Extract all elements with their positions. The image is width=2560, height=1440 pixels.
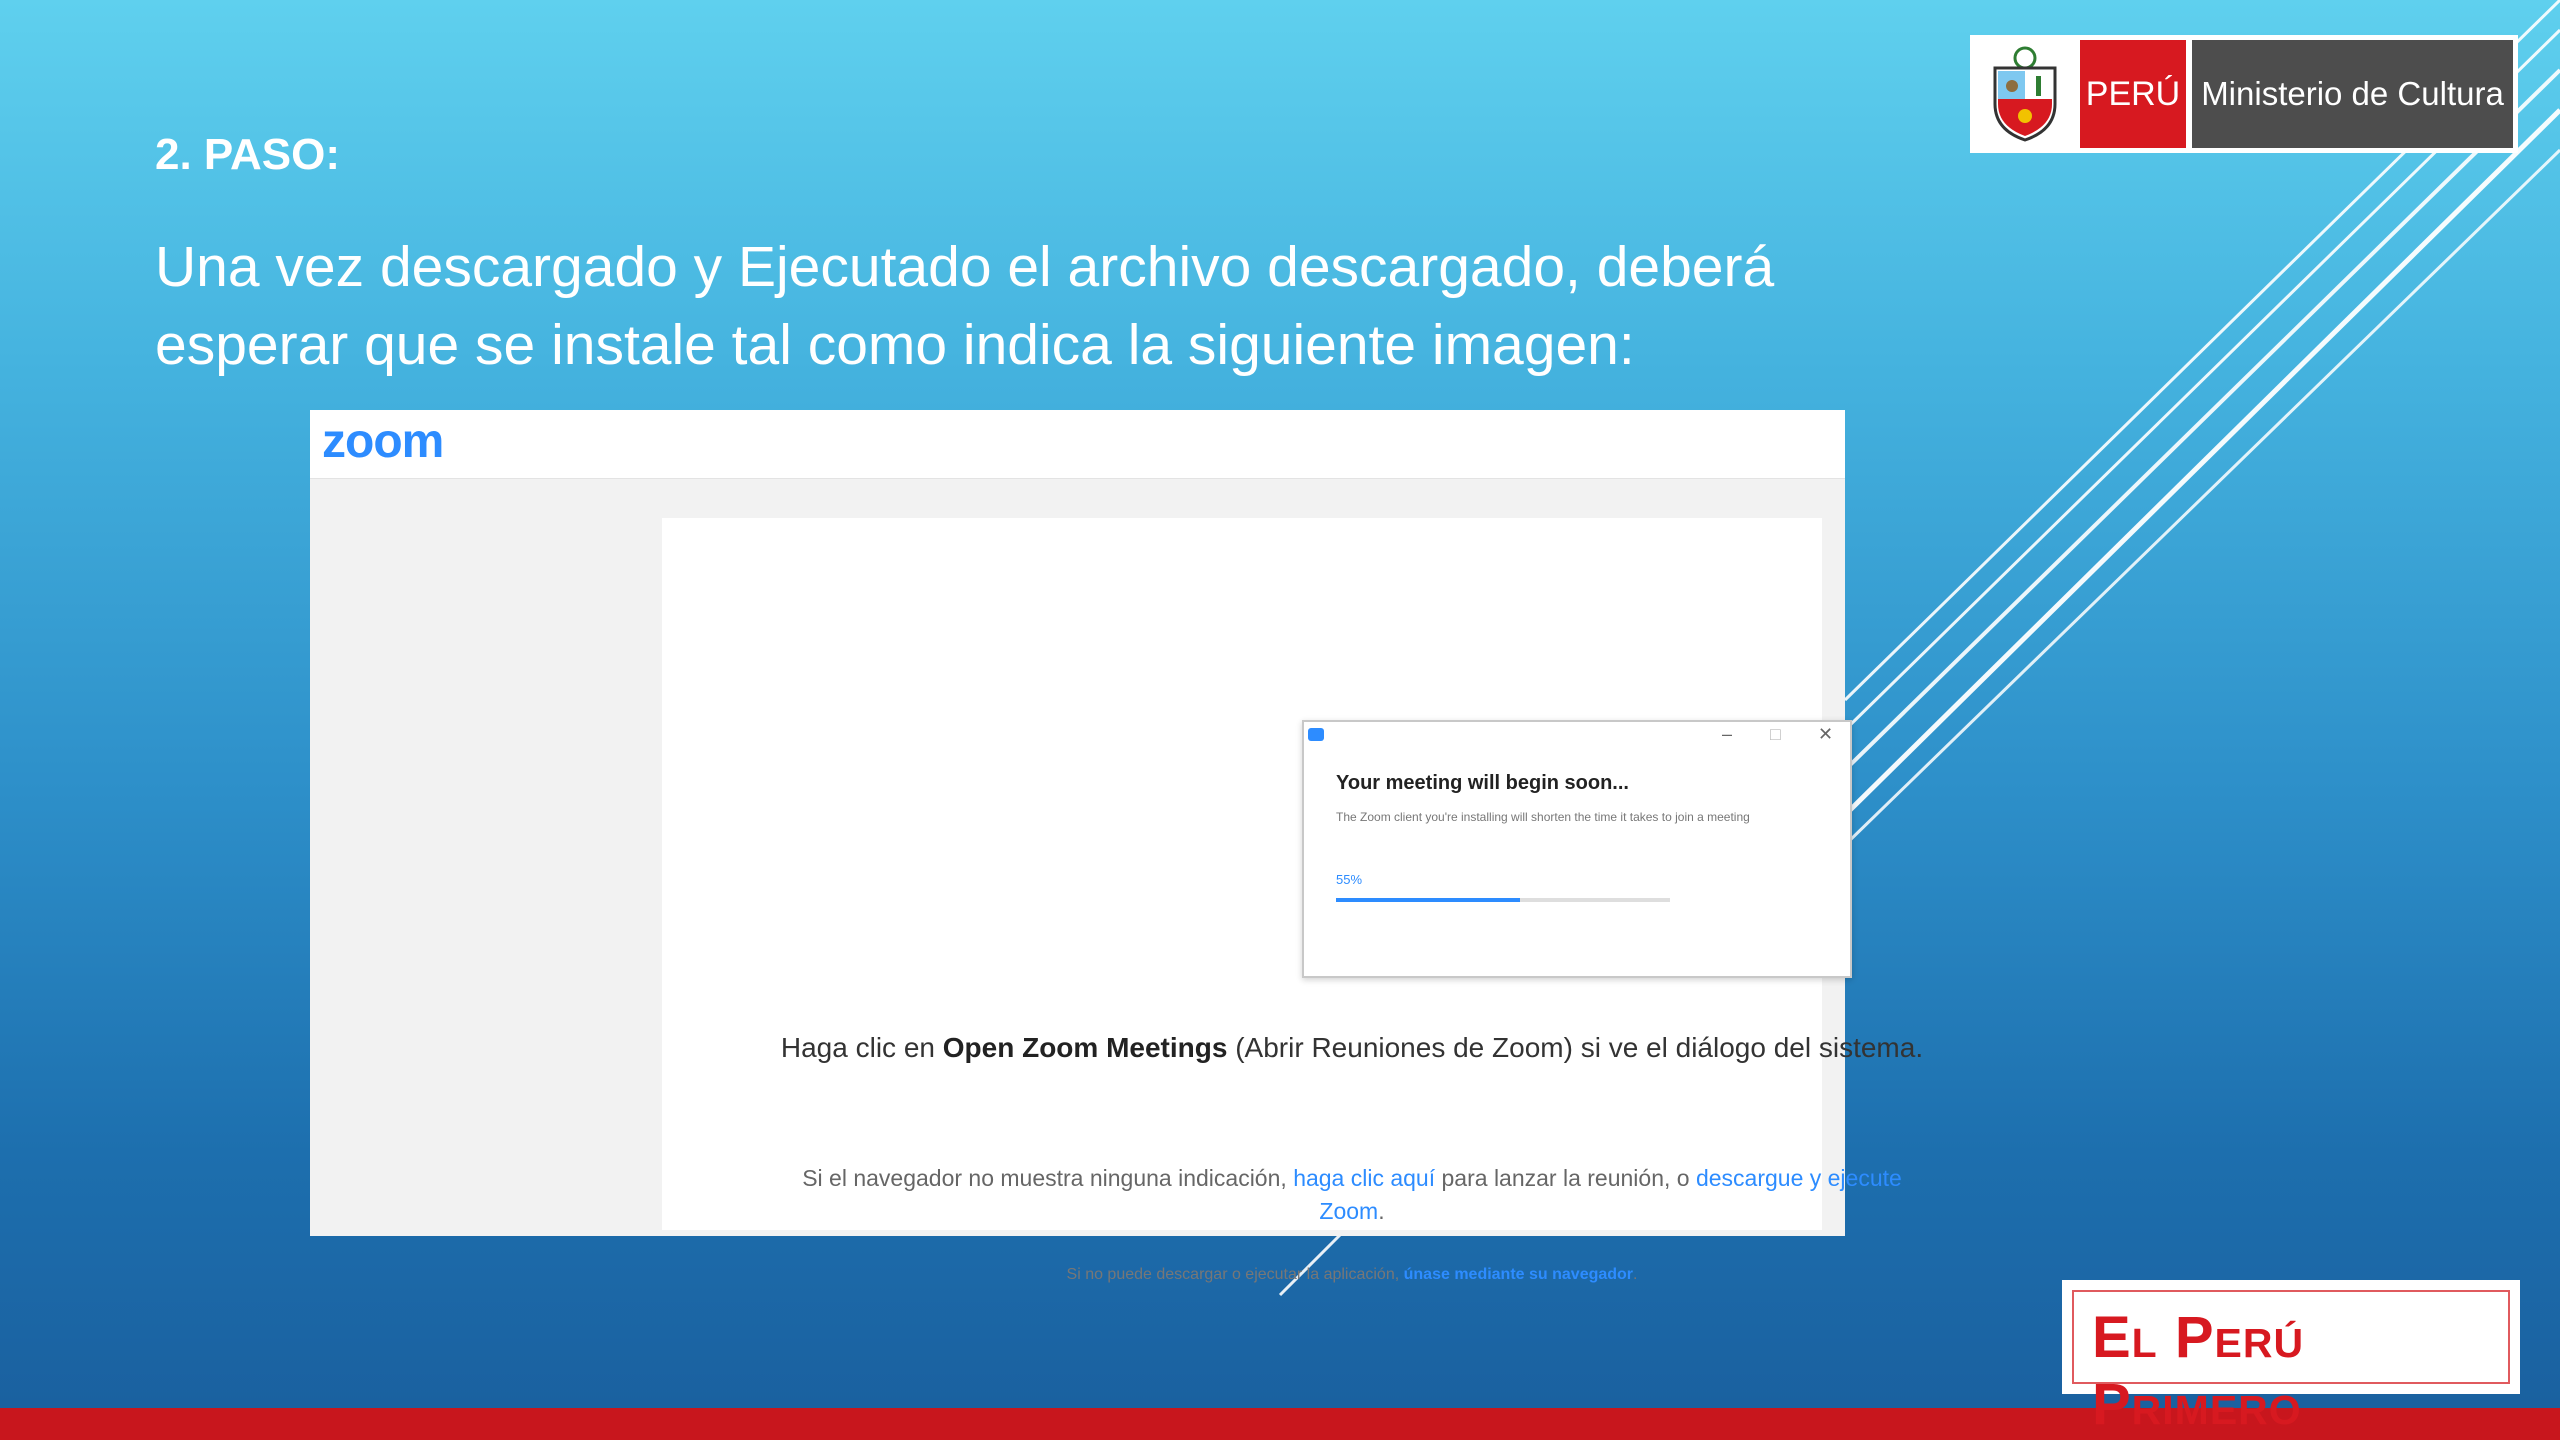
country-label: PERÚ [2080,40,2186,148]
peru-coat-of-arms-icon [1970,35,2080,153]
note-pre: Si el navegador no muestra ninguna indic… [802,1165,1294,1191]
el-peru-primero-logo: El Perú Primero [2062,1280,2520,1437]
minimize-button[interactable]: – [1722,724,1732,745]
small-note-pre: Si no puede descargar o ejecutar la apli… [1066,1266,1404,1283]
ministry-name: Ministerio de Cultura [2192,40,2513,148]
browser-join-note: Si no puede descargar o ejecutar la apli… [802,1266,1902,1284]
instruction-post: (Abrir Reuniones de Zoom) si ve el diálo… [1227,1032,1924,1063]
step-description: Una vez descargado y Ejecutado el archiv… [155,235,1775,377]
progress-percent: 55% [1336,872,1363,887]
zoom-logo[interactable]: zoom [322,414,444,469]
close-icon[interactable]: ✕ [1818,724,1833,745]
dialog-title: Your meeting will begin soon... [1336,772,1629,794]
small-note-post: . [1633,1266,1638,1283]
dialog-subtitle: The Zoom client you're installing will s… [1336,810,1750,824]
note-mid: para lanzar la reunión, o [1435,1165,1696,1191]
step-title: 2. PASO: [155,130,341,179]
zoom-screenshot: zoom – □ ✕ Your meeting will begin soon.… [310,410,1923,1283]
maximize-button[interactable]: □ [1770,724,1781,745]
zoom-header: zoom [310,410,1845,479]
browser-note: Si el navegador no muestra ninguna indic… [767,1162,1937,1228]
join-from-browser-link[interactable]: únase mediante su navegador [1404,1266,1633,1283]
progress-fill [1336,898,1520,902]
ministry-logo: PERÚ Ministerio de Cultura [1970,35,2518,153]
brand-logo-text: El Perú Primero [2092,1305,2305,1437]
install-dialog: – □ ✕ Your meeting will begin soon... Th… [1302,720,1852,978]
instruction-pre: Haga clic en [780,1032,943,1063]
instruction-text: Haga clic en Open Zoom Meetings (Abrir R… [777,1028,1927,1068]
progress-bar [1336,898,1670,902]
launch-meeting-link[interactable]: haga clic aquí [1293,1165,1435,1191]
note-post: . [1378,1198,1385,1224]
zoom-app-icon [1308,728,1324,741]
instruction-bold: Open Zoom Meetings [942,1032,1228,1063]
launch-content: – □ ✕ Your meeting will begin soon... Th… [662,518,1923,1283]
